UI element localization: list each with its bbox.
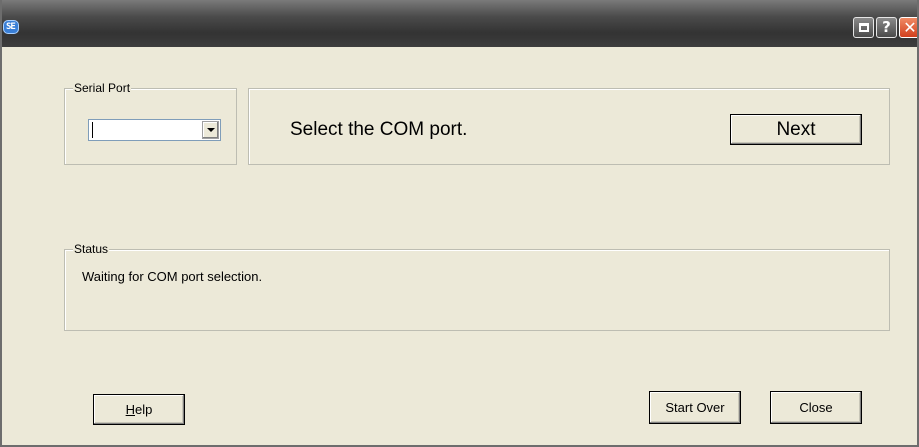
help-mnemonic: H bbox=[125, 402, 136, 417]
restore-window-button[interactable] bbox=[853, 17, 874, 38]
chevron-down-icon bbox=[207, 128, 215, 132]
next-button[interactable]: Next bbox=[730, 114, 862, 145]
status-group: Status bbox=[64, 241, 890, 331]
status-legend: Status bbox=[73, 241, 110, 257]
instruction-message: Select the COM port. bbox=[290, 119, 468, 140]
start-over-button[interactable]: Start Over bbox=[649, 391, 741, 424]
help-title-button[interactable]: ? bbox=[876, 17, 897, 38]
dropdown-button[interactable] bbox=[202, 121, 219, 139]
close-button[interactable]: Close bbox=[770, 391, 862, 424]
status-text: Waiting for COM port selection. bbox=[82, 269, 263, 284]
text-caret bbox=[92, 122, 93, 138]
app-logo-text: SE bbox=[6, 22, 16, 32]
serial-port-select[interactable] bbox=[88, 119, 221, 141]
help-button[interactable]: Help bbox=[93, 394, 185, 425]
restore-window-icon bbox=[859, 23, 869, 32]
close-window-button[interactable]: ✕ bbox=[899, 17, 917, 38]
app-window: SE ? ✕ Serial Port Select the COM port. … bbox=[0, 0, 919, 447]
serial-port-legend: Serial Port bbox=[73, 80, 132, 96]
title-bar[interactable]: SE ? ✕ bbox=[2, 0, 917, 47]
help-label-rest: elp bbox=[135, 402, 153, 417]
app-logo-icon[interactable]: SE bbox=[3, 20, 19, 34]
